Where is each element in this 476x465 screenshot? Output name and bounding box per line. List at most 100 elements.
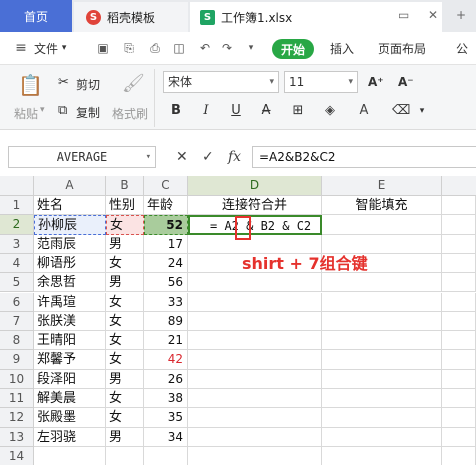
border-icon[interactable]: ⊞ [290,103,306,119]
hamburger-icon[interactable]: ≡ [14,40,28,56]
cell[interactable] [188,311,322,332]
gender-cell[interactable]: 女 [106,389,144,409]
select-all-corner[interactable] [0,176,34,196]
format-painter-icon[interactable]: 🖌 [122,73,145,94]
header-cell-b[interactable]: 性别 [106,196,144,216]
cell[interactable] [188,446,322,465]
age-cell[interactable]: 34 [144,427,188,447]
menu-page-layout[interactable]: 页面布局 [378,32,426,64]
cell[interactable] [442,253,476,274]
name-cell[interactable]: 余思哲 [34,273,106,293]
row-header[interactable]: 6 [0,292,34,312]
column-header-a[interactable]: A [34,176,106,196]
font-size-select[interactable]: 11 ▾ [284,71,358,93]
cell[interactable] [188,331,322,351]
age-cell[interactable]: 42 [144,350,188,370]
name-cell[interactable]: 孙柳辰 [34,215,106,235]
header-cell-c[interactable]: 年龄 [144,196,188,216]
cell[interactable] [442,350,476,370]
column-header-e[interactable]: E [322,176,442,196]
cell[interactable] [188,273,322,293]
menu-insert[interactable]: 插入 [330,32,354,64]
cell[interactable] [106,446,144,465]
cell[interactable] [442,292,476,312]
cell[interactable] [322,408,442,428]
gender-cell[interactable]: 男 [106,234,144,254]
menu-formula[interactable]: 公 [456,32,468,64]
cell[interactable] [188,408,322,428]
menu-start[interactable]: 开始 [272,39,314,59]
save-icon[interactable]: ▣ [96,41,110,55]
redo-icon[interactable]: ↷ [220,41,234,55]
formula-input[interactable]: =A2&B2&C2 [252,146,476,168]
more-chevron-icon[interactable]: ▾ [244,41,258,55]
cell[interactable] [322,389,442,409]
add-tab-icon[interactable]: + [456,8,466,22]
cell[interactable] [322,311,442,332]
cell[interactable] [442,446,476,465]
underline-button[interactable]: U [228,103,244,119]
cancel-icon[interactable]: ✕ [176,149,188,165]
format-painter-label[interactable]: 格式刷 [112,105,148,122]
header-cell-a[interactable]: 姓名 [34,196,106,216]
row-header[interactable]: 11 [0,389,34,409]
preview-icon[interactable]: ◫ [172,41,186,55]
close-tab-icon[interactable]: ✕ [428,8,438,22]
gender-cell[interactable]: 女 [106,253,144,274]
row-header[interactable]: 5 [0,273,34,293]
cell[interactable] [322,273,442,293]
strikethrough-icon[interactable]: A̶ [258,103,274,119]
tab-docer[interactable]: S 稻壳模板 [74,2,188,32]
bold-button[interactable]: B [168,103,184,119]
decrease-font-icon[interactable]: A⁻ [398,75,414,89]
gender-cell[interactable]: 女 [106,311,144,332]
row-header[interactable]: 8 [0,331,34,351]
cell[interactable] [322,446,442,465]
cell[interactable] [188,369,322,389]
font-color-icon[interactable]: A [356,103,372,119]
column-header-d[interactable]: D [188,176,322,196]
cell[interactable] [322,369,442,389]
row-header[interactable]: 12 [0,408,34,428]
age-cell[interactable]: 89 [144,311,188,332]
row-header[interactable]: 7 [0,311,34,332]
row-header[interactable]: 10 [0,369,34,389]
editing-cell[interactable]: = A2 & B2 & C2 [188,215,322,235]
row-header[interactable]: 1 [0,196,34,216]
menu-file[interactable]: 文件 ▾ [34,32,66,64]
row-header[interactable]: 13 [0,427,34,447]
gender-cell[interactable]: 男 [106,369,144,389]
cell[interactable] [442,389,476,409]
age-cell[interactable]: 24 [144,253,188,274]
column-header-c[interactable]: C [144,176,188,196]
paste-chevron-icon[interactable]: ▾ [40,105,45,115]
name-cell[interactable]: 左羽骁 [34,427,106,447]
gender-cell[interactable]: 女 [106,350,144,370]
row-header[interactable]: 2 [0,215,34,235]
paste-label[interactable]: 粘贴 [14,105,38,122]
gender-cell[interactable]: 女 [106,331,144,351]
age-cell[interactable]: 35 [144,408,188,428]
cell[interactable] [188,389,322,409]
cell[interactable] [188,350,322,370]
gender-cell[interactable]: 女 [106,292,144,312]
age-cell[interactable]: 52 [144,215,188,235]
cell[interactable] [322,215,442,235]
screen-icon[interactable]: ▭ [398,8,409,22]
age-cell[interactable]: 21 [144,331,188,351]
row-header[interactable]: 14 [0,446,34,465]
cell[interactable] [442,273,476,293]
header-cell-e[interactable]: 智能填充 [322,196,442,216]
row-header[interactable]: 9 [0,350,34,370]
name-cell[interactable]: 郑馨予 [34,350,106,370]
fx-icon[interactable]: fx [228,149,241,165]
name-cell[interactable]: 许禹瑄 [34,292,106,312]
increase-font-icon[interactable]: A⁺ [368,75,384,89]
cell[interactable] [442,234,476,254]
clear-icon[interactable]: ⌫ [392,103,410,119]
name-cell[interactable]: 王晴阳 [34,331,106,351]
cut-button[interactable]: 剪切 [76,76,100,93]
confirm-icon[interactable]: ✓ [202,149,214,165]
print-icon[interactable]: ⎙ [148,41,162,55]
row-header[interactable]: 3 [0,234,34,254]
